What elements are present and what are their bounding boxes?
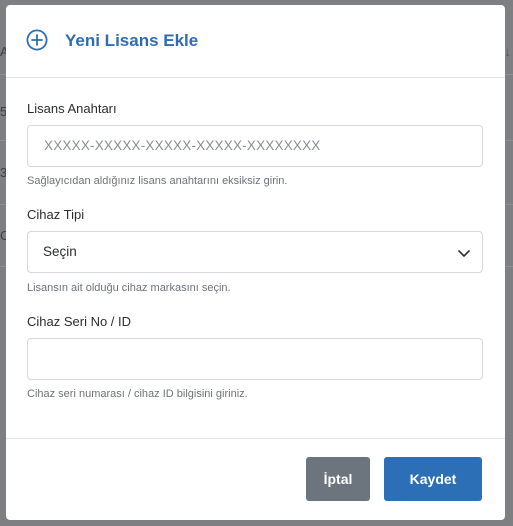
sort-arrow-icon: ↓ <box>504 44 512 59</box>
add-license-modal: Yeni Lisans Ekle Lisans Anahtarı XXXXX-X… <box>6 5 505 520</box>
footer-divider <box>6 438 505 439</box>
device-type-select[interactable]: Seçin <box>27 231 483 273</box>
license-key-label: Lisans Anahtarı <box>27 101 117 116</box>
device-type-label: Cihaz Tipi <box>27 207 85 222</box>
device-serial-help: Cihaz seri numarası / cihaz ID bilgisini… <box>27 388 248 400</box>
cancel-button[interactable]: İptal <box>306 457 370 501</box>
device-serial-label: Cihaz Seri No / ID <box>27 314 132 329</box>
license-key-placeholder: XXXXX-XXXXX-XXXXX-XXXXX-XXXXXXXX <box>44 138 321 153</box>
modal-header: Yeni Lisans Ekle <box>6 5 505 78</box>
device-type-selected: Seçin <box>43 244 77 259</box>
modal-title: Yeni Lisans Ekle <box>65 31 199 50</box>
license-key-help: Sağlayıcıdan aldığınız lisans anahtarını… <box>27 175 288 187</box>
plus-circle-icon <box>26 29 48 51</box>
device-type-help: Lisansın ait olduğu cihaz markasını seçi… <box>27 282 231 294</box>
save-button[interactable]: Kaydet <box>384 457 482 501</box>
device-serial-input[interactable] <box>27 338 483 380</box>
license-key-input[interactable]: XXXXX-XXXXX-XXXXX-XXXXX-XXXXXXXX <box>27 125 483 167</box>
chevron-down-icon <box>458 250 470 257</box>
